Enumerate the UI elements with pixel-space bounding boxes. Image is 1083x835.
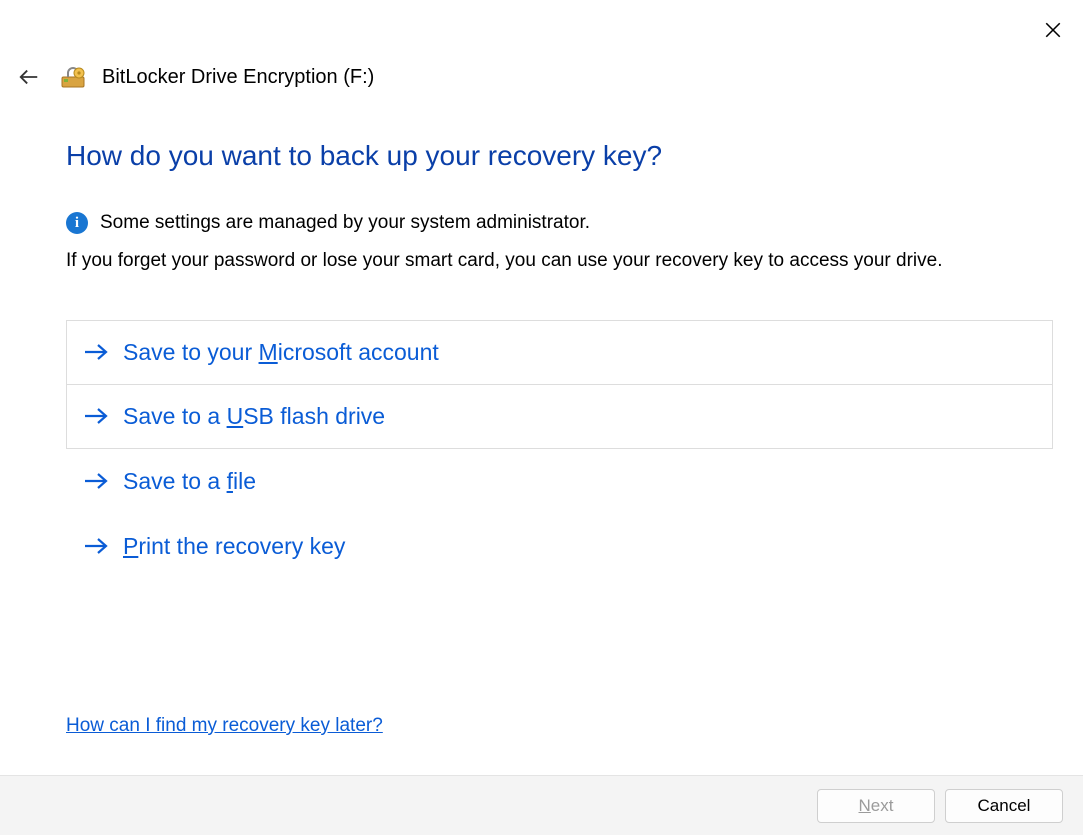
- option-label: Save to a USB flash drive: [123, 403, 385, 430]
- back-button[interactable]: [14, 62, 44, 92]
- admin-info-row: i Some settings are managed by your syst…: [66, 212, 1053, 234]
- option-label: Save to a file: [123, 468, 256, 495]
- arrow-right-icon: [83, 339, 109, 365]
- close-button[interactable]: [1041, 18, 1065, 42]
- bitlocker-wizard-window: BitLocker Drive Encryption (F:) How do y…: [0, 0, 1083, 835]
- arrow-left-icon: [18, 66, 40, 88]
- option-1[interactable]: Save to a USB flash drive: [66, 385, 1053, 449]
- options-list: Save to your Microsoft account Save to a …: [66, 320, 1053, 579]
- option-label: Print the recovery key: [123, 533, 345, 560]
- window-title: BitLocker Drive Encryption (F:): [102, 66, 374, 89]
- info-icon: i: [66, 212, 88, 234]
- cancel-button[interactable]: Cancel: [945, 789, 1063, 823]
- next-button[interactable]: Next: [817, 789, 935, 823]
- content-area: How do you want to back up your recovery…: [66, 140, 1053, 579]
- arrow-right-icon: [83, 468, 109, 494]
- arrow-right-icon: [83, 403, 109, 429]
- bitlocker-drive-icon: [60, 64, 86, 90]
- header: BitLocker Drive Encryption (F:): [14, 62, 374, 92]
- option-3[interactable]: Print the recovery key: [66, 514, 1053, 579]
- close-icon: [1044, 21, 1062, 39]
- footer: Next Cancel: [0, 775, 1083, 835]
- help-link[interactable]: How can I find my recovery key later?: [66, 715, 383, 737]
- description-text: If you forget your password or lose your…: [66, 248, 1053, 274]
- admin-info-text: Some settings are managed by your system…: [100, 212, 590, 234]
- page-heading: How do you want to back up your recovery…: [66, 140, 1053, 172]
- option-label: Save to your Microsoft account: [123, 339, 439, 366]
- option-2[interactable]: Save to a file: [66, 449, 1053, 514]
- arrow-right-icon: [83, 533, 109, 559]
- option-0[interactable]: Save to your Microsoft account: [66, 320, 1053, 385]
